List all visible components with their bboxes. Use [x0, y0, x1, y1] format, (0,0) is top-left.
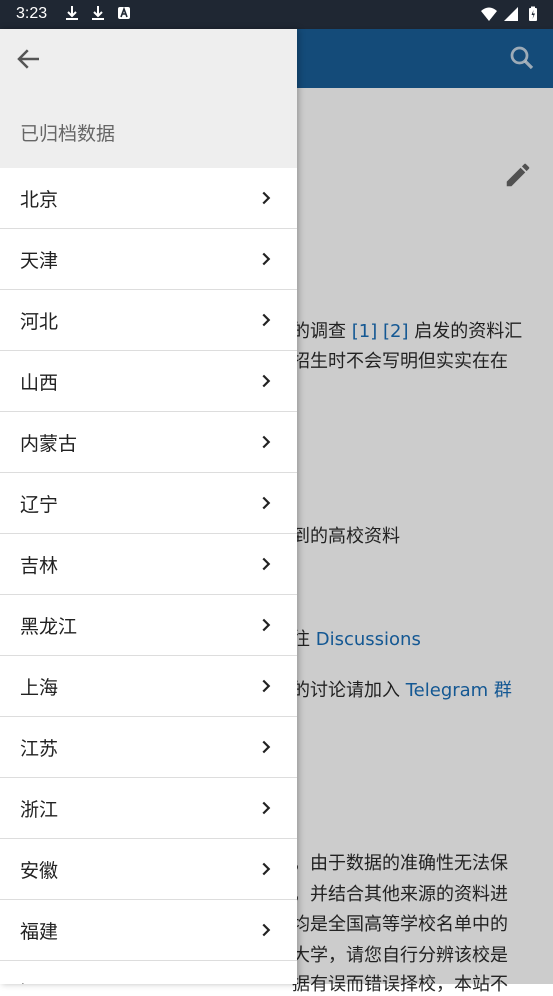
- chevron-right-icon: [262, 862, 271, 876]
- drawer-item-jilin[interactable]: 吉林: [0, 534, 297, 595]
- drawer-item-hebei[interactable]: 河北: [0, 290, 297, 351]
- drawer-item-label: 江苏: [20, 738, 59, 760]
- drawer-item-jiangsu[interactable]: 江苏: [0, 717, 297, 778]
- status-time: 3:23: [16, 5, 48, 22]
- chevron-right-icon: [262, 679, 271, 693]
- drawer-item-label: 福建: [20, 921, 59, 943]
- status-bar: 3:23: [0, 0, 553, 29]
- drawer-title: 已归档数据: [20, 123, 116, 145]
- battery-icon: [529, 6, 537, 21]
- navigation-drawer: 已归档数据 北京 天津 河北 山西 内蒙古 辽宁 吉林 黑龙江 上海 江苏 浙江…: [0, 29, 297, 984]
- drawer-item-heilongjiang[interactable]: 黑龙江: [0, 595, 297, 656]
- drawer-item-shanghai[interactable]: 上海: [0, 656, 297, 717]
- chevron-right-icon: [262, 740, 271, 754]
- drawer-item-label: 山西: [20, 372, 59, 394]
- drawer-item-zhejiang[interactable]: 浙江: [0, 778, 297, 839]
- drawer-item-label: 江西: [20, 978, 58, 984]
- arrow-left-icon[interactable]: [14, 44, 44, 74]
- drawer-item-anhui[interactable]: 安徽: [0, 839, 297, 900]
- drawer-item-label: 内蒙古: [20, 433, 78, 455]
- drawer-item-label: 上海: [20, 677, 59, 699]
- drawer-item-label: 安徽: [20, 860, 59, 882]
- drawer-item-label: 北京: [20, 189, 59, 211]
- drawer-item-fujian[interactable]: 福建: [0, 900, 297, 961]
- chevron-right-icon: [262, 801, 271, 815]
- chevron-right-icon: [262, 191, 271, 205]
- chevron-right-icon: [262, 557, 271, 571]
- chevron-right-icon: [262, 496, 271, 510]
- chevron-right-icon: [262, 618, 271, 632]
- drawer-item-label: 黑龙江: [20, 616, 78, 638]
- drawer-item-label: 天津: [20, 250, 59, 272]
- chevron-right-icon: [255, 980, 277, 984]
- chevron-right-icon: [262, 252, 271, 266]
- chevron-right-icon: [262, 435, 271, 449]
- chevron-right-icon: [262, 374, 271, 388]
- drawer-item-label: 浙江: [20, 799, 59, 821]
- download-icon: [92, 6, 104, 20]
- wifi-icon: [481, 7, 497, 21]
- drawer-item-beijing[interactable]: 北京: [0, 168, 297, 229]
- drawer-item-shanxi[interactable]: 山西: [0, 351, 297, 412]
- chevron-right-icon: [262, 923, 271, 937]
- drawer-header: 已归档数据: [0, 29, 297, 168]
- drawer-item-label: 吉林: [20, 555, 59, 577]
- province-list: 北京 天津 河北 山西 内蒙古 辽宁 吉林 黑龙江 上海 江苏 浙江 安徽 福建: [0, 168, 297, 984]
- download-icon: [66, 6, 78, 20]
- drawer-item-label: 辽宁: [20, 494, 59, 516]
- drawer-item-label: 河北: [20, 311, 59, 333]
- signal-icon: [504, 7, 518, 21]
- drawer-item-jiangxi[interactable]: 江西: [0, 961, 297, 984]
- drawer-item-tianjin[interactable]: 天津: [0, 229, 297, 290]
- chevron-right-icon: [262, 313, 271, 327]
- app-notification-icon: [118, 6, 130, 19]
- drawer-item-neimenggu[interactable]: 内蒙古: [0, 412, 297, 473]
- drawer-item-liaoning[interactable]: 辽宁: [0, 473, 297, 534]
